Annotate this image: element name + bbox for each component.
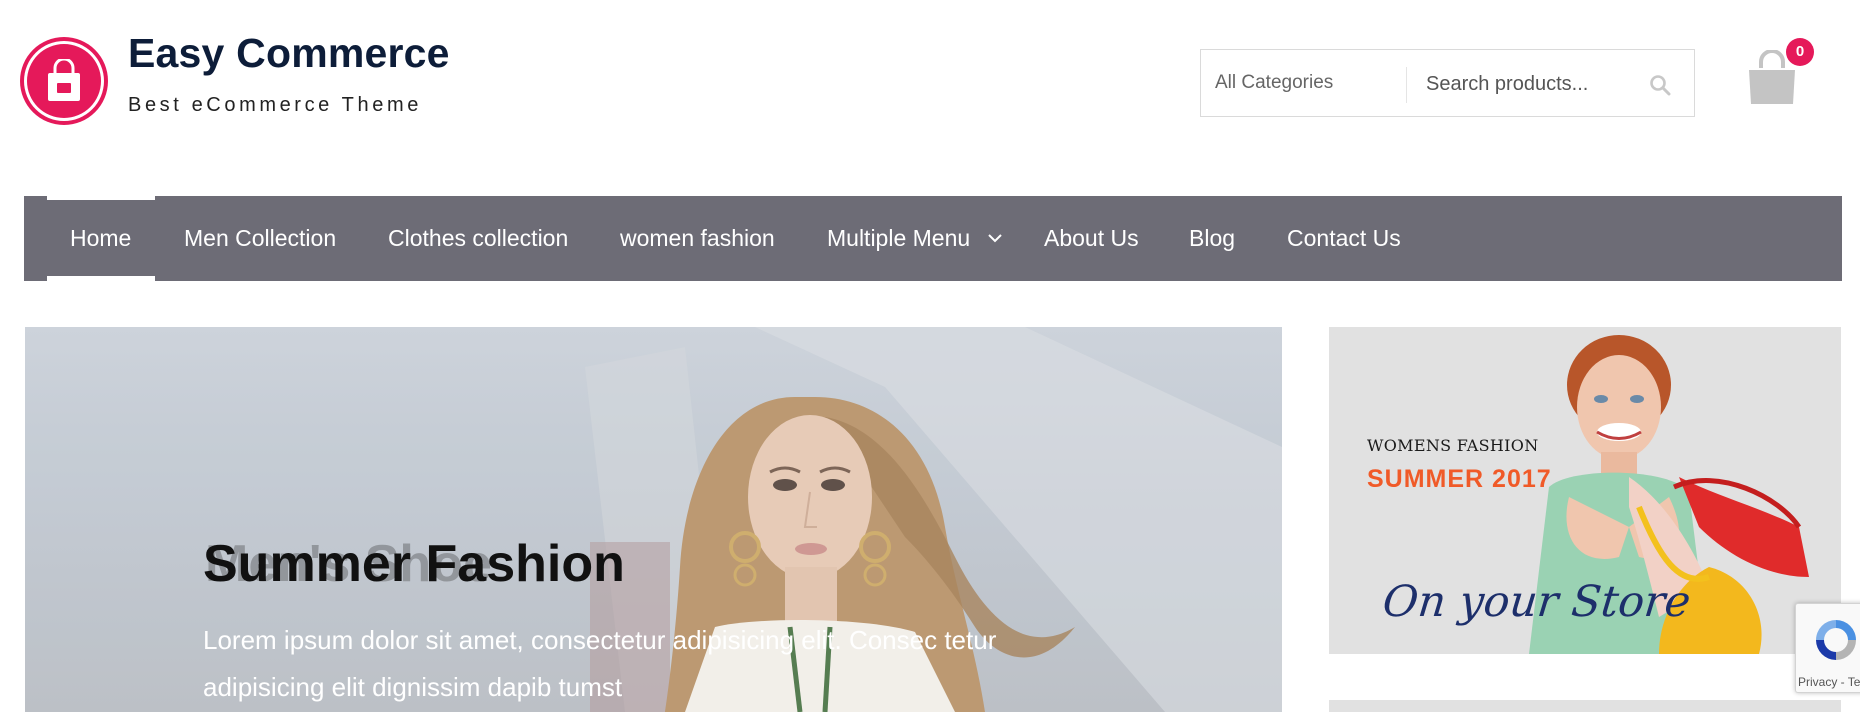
site-logo[interactable] xyxy=(24,41,104,121)
recaptcha-badge[interactable]: Privacy - Te xyxy=(1795,603,1860,693)
recaptcha-icon xyxy=(1816,620,1856,660)
product-search-form: All Categories xyxy=(1200,49,1695,117)
banner-headline: SUMMER 2017 xyxy=(1367,465,1552,493)
site-title[interactable]: Easy Commerce xyxy=(128,30,450,77)
nav-item-home[interactable]: Home xyxy=(70,196,131,281)
nav-item-blog[interactable]: Blog xyxy=(1189,196,1235,281)
search-input[interactable] xyxy=(1426,64,1626,104)
nav-item-multiple-menu[interactable]: Multiple Menu xyxy=(827,196,970,281)
nav-item-clothes-collection[interactable]: Clothes collection xyxy=(388,196,568,281)
main-navigation: Home Men Collection Clothes collection w… xyxy=(24,196,1842,281)
chevron-down-icon[interactable] xyxy=(987,230,1003,246)
banner-kicker: WOMENS FASHION xyxy=(1367,436,1539,455)
site-tagline: Best eCommerce Theme xyxy=(128,94,422,116)
hero-description: Lorem ipsum dolor sit amet, consectetur … xyxy=(203,625,997,702)
hero-slider[interactable]: Men's Shoe Summer Fashion Lorem ipsum do… xyxy=(25,327,1282,712)
nav-item-men-collection[interactable]: Men Collection xyxy=(184,196,336,281)
recaptcha-privacy-link[interactable]: Privacy - Te xyxy=(1798,675,1860,689)
search-divider xyxy=(1406,67,1407,103)
shopping-bag-icon xyxy=(48,59,80,101)
search-icon[interactable] xyxy=(1649,74,1671,96)
nav-item-women-fashion[interactable]: women fashion xyxy=(620,196,775,281)
nav-item-contact-us[interactable]: Contact Us xyxy=(1287,196,1401,281)
banner-script-text: On your Store xyxy=(1380,577,1693,627)
nav-item-about-us[interactable]: About Us xyxy=(1044,196,1139,281)
side-promo-banner-2[interactable] xyxy=(1329,700,1841,712)
category-select[interactable]: All Categories xyxy=(1215,72,1333,94)
hero-title: Summer Fashion xyxy=(203,535,625,593)
cart-count-badge: 0 xyxy=(1786,38,1814,66)
side-promo-banner[interactable]: WOMENS FASHION SUMMER 2017 On your Store xyxy=(1329,327,1841,654)
